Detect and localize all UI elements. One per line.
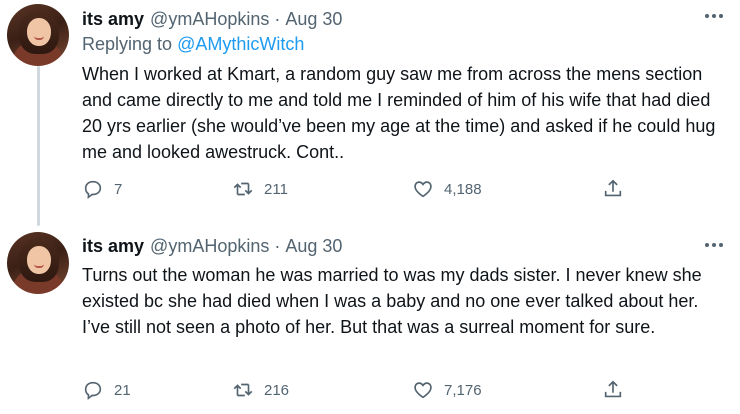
tweet-header: its amy @ymAHopkins · Aug 30 — [82, 6, 342, 32]
share-icon — [604, 380, 622, 398]
reply-button[interactable]: 7 — [82, 178, 122, 200]
replying-to-mention[interactable]: @AMythicWitch — [177, 34, 304, 54]
share-icon — [604, 179, 622, 197]
like-button[interactable]: 7,176 — [412, 379, 482, 401]
tweet-text: When I worked at Kmart, a random guy saw… — [82, 64, 716, 162]
avatar[interactable] — [7, 4, 69, 66]
retweet-icon — [233, 182, 253, 196]
author-name[interactable]: its amy — [82, 236, 144, 257]
more-icon[interactable] — [702, 6, 726, 26]
retweet-count: 211 — [264, 180, 288, 198]
share-button[interactable] — [602, 379, 624, 401]
tweet[interactable]: its amy @ymAHopkins · Aug 30 Turns out t… — [0, 225, 740, 414]
retweet-button[interactable]: 211 — [232, 178, 288, 200]
tweet-actions: 21 216 7,176 — [82, 379, 642, 405]
tweet-actions: 7 211 4,188 — [82, 178, 642, 204]
author-handle[interactable]: @ymAHopkins — [150, 236, 269, 257]
separator: · — [274, 8, 281, 29]
more-icon[interactable] — [702, 235, 726, 255]
author-name[interactable]: its amy — [82, 9, 144, 30]
reply-icon — [84, 180, 102, 199]
like-button[interactable]: 4,188 — [412, 178, 482, 200]
like-count: 4,188 — [444, 180, 482, 198]
reply-button[interactable]: 21 — [82, 379, 131, 401]
retweet-count: 216 — [264, 381, 290, 399]
author-handle[interactable]: @ymAHopkins — [150, 9, 269, 30]
share-button[interactable] — [602, 178, 624, 200]
like-icon — [414, 181, 432, 198]
replying-to-label: Replying to — [82, 34, 173, 54]
tweet[interactable]: its amy @ymAHopkins · Aug 30 Replying to… — [0, 0, 740, 225]
retweet-button[interactable]: 216 — [232, 379, 289, 401]
tweet-date[interactable]: Aug 30 — [285, 9, 342, 30]
like-count: 7,176 — [444, 381, 482, 399]
tweet-header: its amy @ymAHopkins · Aug 30 — [82, 233, 342, 259]
tweet-text: Turns out the woman he was married to wa… — [82, 265, 702, 337]
retweet-icon — [233, 383, 253, 397]
reply-icon — [84, 381, 102, 400]
avatar[interactable] — [7, 232, 69, 294]
separator: · — [274, 235, 281, 256]
reply-count: 21 — [114, 381, 131, 399]
like-icon — [414, 382, 432, 399]
reply-count: 7 — [114, 180, 123, 198]
replying-to: Replying to @AMythicWitch — [82, 34, 304, 55]
tweet-date[interactable]: Aug 30 — [285, 236, 342, 257]
